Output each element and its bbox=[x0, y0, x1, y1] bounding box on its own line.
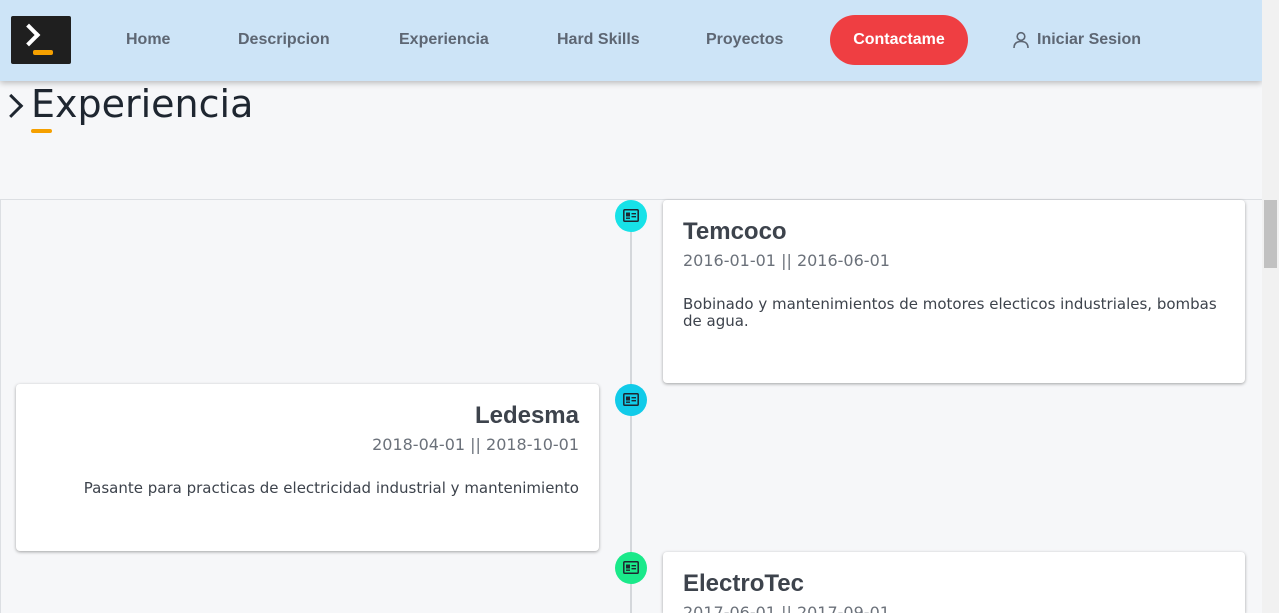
experience-card-3: ElectroTec 2017-06-01 || 2017-09-01 bbox=[663, 552, 1245, 613]
navbar: Home Descripcion Experiencia Hard Skills… bbox=[0, 0, 1262, 81]
company-name: Temcoco bbox=[683, 218, 787, 245]
contact-button[interactable]: Contactame bbox=[830, 15, 968, 65]
page: Home Descripcion Experiencia Hard Skills… bbox=[0, 0, 1279, 613]
section-title: Experiencia bbox=[31, 82, 254, 126]
experience-dates: 2017-06-01 || 2017-09-01 bbox=[683, 603, 890, 613]
experience-description: Pasante para practicas de electricidad i… bbox=[83, 479, 579, 497]
id-card-icon bbox=[623, 393, 639, 406]
id-card-icon bbox=[623, 209, 639, 222]
nav-link-descripcion[interactable]: Descripcion bbox=[238, 30, 330, 50]
timeline-marker-2 bbox=[615, 384, 647, 416]
experience-card-1: Temcoco 2016-01-01 || 2016-06-01 Bobinad… bbox=[663, 200, 1245, 383]
company-name: Ledesma bbox=[474, 402, 579, 429]
terminal-logo[interactable] bbox=[11, 16, 71, 64]
login-link[interactable]: Iniciar Sesion bbox=[1012, 30, 1141, 50]
company-name: ElectroTec bbox=[683, 570, 804, 597]
experience-dates: 2018-04-01 || 2018-10-01 bbox=[372, 435, 579, 454]
experience-card-2: Ledesma 2018-04-01 || 2018-10-01 Pasante… bbox=[16, 384, 599, 551]
nav-link-hard-skills[interactable]: Hard Skills bbox=[557, 30, 640, 50]
cursor-icon bbox=[33, 50, 53, 55]
prompt-chevron-icon bbox=[17, 23, 41, 47]
nav-link-experiencia[interactable]: Experiencia bbox=[399, 30, 489, 50]
scrollbar-thumb[interactable] bbox=[1264, 200, 1277, 268]
experience-dates: 2016-01-01 || 2016-06-01 bbox=[683, 251, 890, 270]
login-label: Iniciar Sesion bbox=[1037, 31, 1142, 48]
nav-link-home[interactable]: Home bbox=[126, 30, 170, 50]
nav-link-proyectos[interactable]: Proyectos bbox=[706, 30, 783, 50]
title-underline bbox=[31, 129, 52, 133]
user-icon bbox=[1013, 31, 1029, 49]
timeline-marker-3 bbox=[615, 552, 647, 584]
experience-description: Bobinado y mantenimientos de motores ele… bbox=[683, 295, 1217, 330]
scrollbar[interactable] bbox=[1262, 0, 1279, 613]
id-card-icon bbox=[623, 561, 639, 574]
section-chevron-icon bbox=[0, 93, 24, 118]
timeline-marker-1 bbox=[615, 200, 647, 232]
